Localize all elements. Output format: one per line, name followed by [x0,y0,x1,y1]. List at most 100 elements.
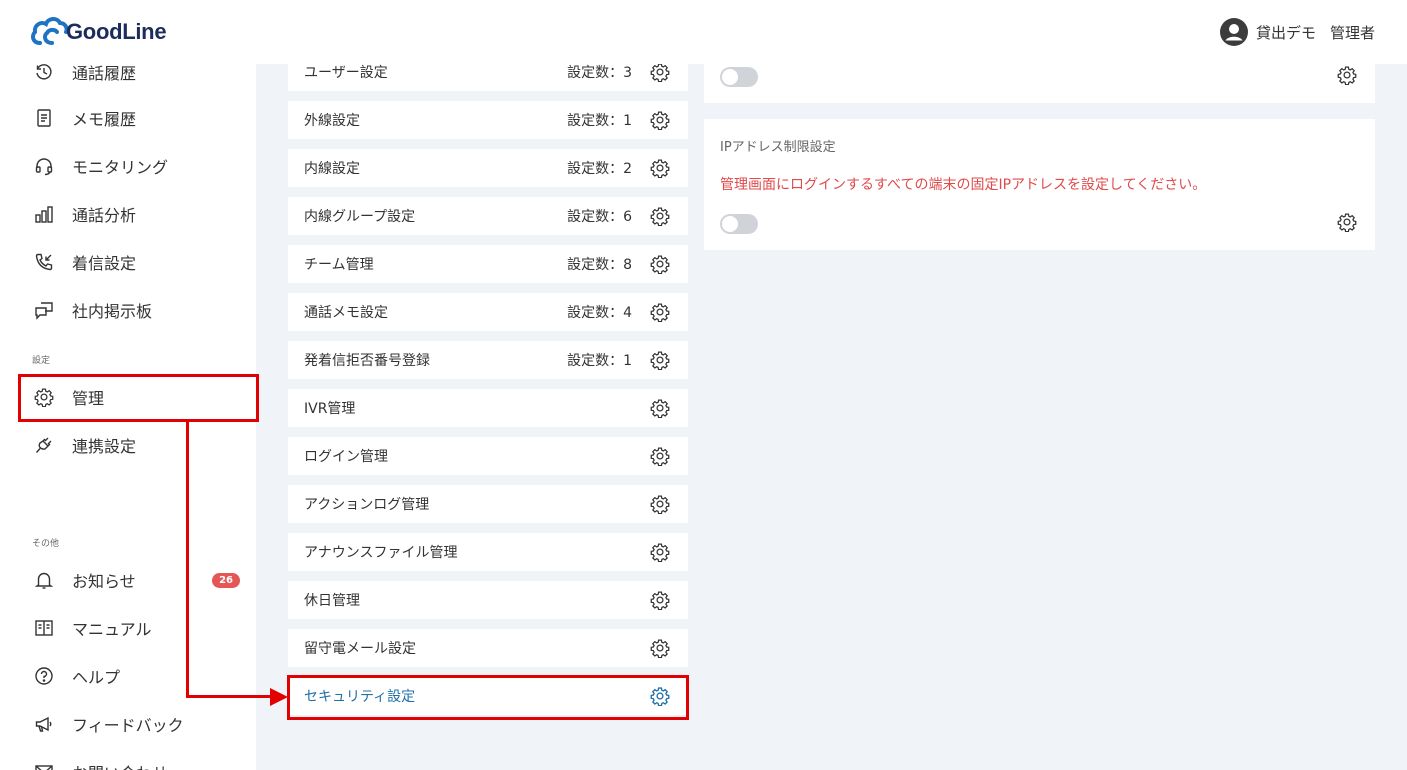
sidebar-item-monitoring[interactable]: モニタリング [20,144,256,188]
settings-row-announce-file[interactable]: アナウンスファイル管理 [288,533,688,571]
row-count: 設定数：1 [567,113,632,129]
settings-row-external-line[interactable]: 外線設定 設定数：1 [288,101,688,139]
gear-icon[interactable] [650,302,670,322]
section-label-other: その他 [32,539,60,549]
settings-row-holiday[interactable]: 休日管理 [288,581,688,619]
ip-restriction-title: IPアドレス制限設定 [720,140,836,155]
settings-row-ivr[interactable]: IVR管理 [288,389,688,427]
ip-restriction-toggle[interactable] [720,214,758,234]
row-label: 留守電メール設定 [304,641,416,657]
gear-icon[interactable] [650,206,670,226]
gear-icon[interactable] [1337,212,1357,232]
cloud-logo-icon [30,17,69,45]
mail-icon [33,761,55,770]
history-icon [33,61,55,83]
row-label: チーム管理 [304,257,374,273]
bar-chart-icon [33,203,55,225]
settings-row-call-block[interactable]: 発着信拒否番号登録 設定数：1 [288,341,688,379]
section-label-settings: 設定 [32,356,51,366]
annotation-arrow-horizontal [186,695,272,698]
chat-board-icon [33,299,55,321]
sidebar-item-label: 通話分析 [72,206,137,225]
gear-icon[interactable] [650,398,670,418]
book-icon [33,617,55,639]
bell-icon [33,569,55,591]
gear-icon[interactable] [650,542,670,562]
ip-restriction-description: 管理画面にログインするすべての端末の固定IPアドレスを設定してください。 [720,177,1207,193]
settings-row-extension[interactable]: 内線設定 設定数：2 [288,149,688,187]
row-label: アクションログ管理 [304,497,430,513]
settings-row-extension-group[interactable]: 内線グループ設定 設定数：6 [288,197,688,235]
user-role: 管理者 [1329,23,1375,42]
security-card-top [704,64,1375,103]
highlight-admin [18,374,259,422]
gear-icon[interactable] [650,590,670,610]
row-label: 内線設定 [304,161,360,177]
app-header: GoodLine 貸出デモ 管理者 [0,0,1407,64]
sidebar-item-label: お知らせ [72,572,136,591]
sidebar-item-incoming-settings[interactable]: 着信設定 [20,240,256,284]
row-label: アナウンスファイル管理 [304,545,458,561]
row-label: 休日管理 [304,593,360,609]
sidebar-item-feedback[interactable]: フィードバック [20,702,256,746]
row-count: 設定数：3 [567,65,632,81]
plug-icon [33,434,55,456]
notification-count-badge: 26 [212,573,240,588]
memo-icon [33,107,55,129]
user-name: 貸出デモ [1255,23,1316,42]
row-count: 設定数：4 [567,305,632,321]
sidebar-item-label: フィードバック [72,716,184,735]
row-count: 設定数：1 [567,353,632,369]
gear-icon[interactable] [650,350,670,370]
row-count: 設定数：8 [567,257,632,273]
help-icon [33,665,55,687]
settings-row-login[interactable]: ログイン管理 [288,437,688,475]
sidebar-item-bulletin-board[interactable]: 社内掲示板 [20,288,256,332]
sidebar-item-help[interactable]: ヘルプ [20,654,256,698]
settings-row-voicemail-mail[interactable]: 留守電メール設定 [288,629,688,667]
row-label: ユーザー設定 [304,65,388,81]
row-label: 通話メモ設定 [304,305,388,321]
row-label: ログイン管理 [304,449,388,465]
ip-restriction-card: IPアドレス制限設定 管理画面にログインするすべての端末の固定IPアドレスを設定… [704,119,1375,250]
sidebar-item-integration[interactable]: 連携設定 [20,423,256,467]
gear-icon[interactable] [650,110,670,130]
sidebar-item-notices[interactable]: お知らせ 26 [20,558,256,602]
sidebar-item-label: お問い合わせ [72,760,168,770]
sidebar-item-label: ヘルプ [72,668,121,687]
incoming-call-icon [33,251,55,273]
row-count: 設定数：6 [567,209,632,225]
sidebar-item-label: マニュアル [72,620,152,639]
settings-row-team[interactable]: チーム管理 設定数：8 [288,245,688,283]
gear-icon[interactable] [650,494,670,514]
sidebar-item-label: モニタリング [72,158,169,177]
sidebar-item-contact[interactable]: お問い合わせ [20,750,256,770]
sidebar-item-memo-history[interactable]: メモ履歴 [20,96,256,140]
goodline-logo[interactable]: GoodLine [30,14,167,50]
avatar-icon [1219,18,1248,46]
sidebar-item-label: 社内掲示板 [72,302,153,321]
gear-icon[interactable] [650,638,670,658]
gear-icon[interactable] [650,446,670,466]
sidebar-item-label: 連携設定 [72,437,137,456]
gear-icon[interactable] [1337,65,1357,85]
sidebar-item-label: 着信設定 [72,254,137,273]
highlight-security-setting [287,675,689,720]
row-label: 発着信拒否番号登録 [304,353,430,369]
main-content: ユーザー設定 設定数：3 外線設定 設定数：1 内線設定 設定数：2 内線グルー… [256,53,1407,770]
gear-icon[interactable] [650,62,670,82]
headset-icon [33,155,55,177]
gear-icon[interactable] [650,254,670,274]
user-menu[interactable]: 貸出デモ 管理者 [1219,18,1375,46]
settings-row-call-memo[interactable]: 通話メモ設定 設定数：4 [288,293,688,331]
row-label: 外線設定 [304,113,360,129]
logo-text: GoodLine [66,19,167,44]
row-label: IVR管理 [304,401,356,417]
sidebar-item-call-analysis[interactable]: 通話分析 [20,192,256,236]
gear-icon[interactable] [650,158,670,178]
sidebar-item-manual[interactable]: マニュアル [20,606,256,650]
security-toggle[interactable] [720,67,758,87]
row-label: 内線グループ設定 [304,209,416,225]
settings-row-action-log[interactable]: アクションログ管理 [288,485,688,523]
annotation-arrow-vertical [186,421,189,698]
